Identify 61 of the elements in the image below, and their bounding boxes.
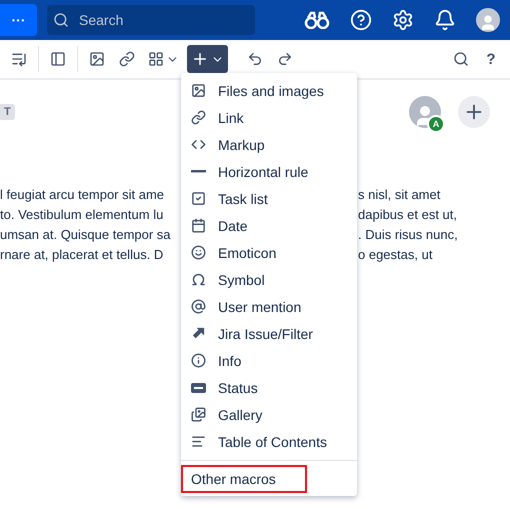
menu-item[interactable]: Date <box>181 212 357 239</box>
menu-item[interactable]: Horizontal rule <box>181 158 357 185</box>
menu-item[interactable]: Gallery <box>181 401 357 428</box>
smiley-icon <box>191 245 206 260</box>
link-icon <box>119 51 135 67</box>
body-text: s nisl, sit amet <box>358 186 440 202</box>
body-text: umsan at. Quisque tempor sa <box>0 226 172 242</box>
user-avatar[interactable] <box>476 8 500 32</box>
checkbox-icon <box>191 191 206 206</box>
undo-icon <box>247 51 263 67</box>
arrows-icon <box>191 326 206 341</box>
code-icon <box>191 137 206 152</box>
rule-icon <box>191 170 206 173</box>
label-icon <box>191 382 206 392</box>
info-icon <box>191 353 206 368</box>
body-text: l feugiat arcu tempor sit ame <box>0 186 166 202</box>
bell-icon[interactable] <box>434 9 456 31</box>
menu-item[interactable]: Table of Contents <box>181 428 357 455</box>
menu-item[interactable]: Jira Issue/Filter <box>181 320 357 347</box>
redo-icon <box>277 51 293 67</box>
menu-item[interactable]: Symbol <box>181 266 357 293</box>
body-text: to. Vestibulum elementum lu <box>0 206 164 222</box>
omega-icon <box>191 272 206 287</box>
calendar-icon <box>191 218 206 233</box>
body-text: o egestas, ut <box>358 246 432 262</box>
menu-item[interactable]: Files and images <box>181 77 357 104</box>
help-button[interactable]: ? <box>478 45 504 73</box>
image-icon <box>191 83 206 98</box>
avatar-badge: A <box>427 115 445 133</box>
menu-item[interactable]: Info <box>181 347 357 374</box>
binoculars-icon[interactable] <box>304 11 330 29</box>
search-icon <box>453 51 469 67</box>
body-text: . Duis risus nunc, <box>358 226 458 242</box>
menu-item[interactable]: Emoticon <box>181 239 357 266</box>
layout-icon <box>50 51 66 67</box>
grid-icon <box>148 51 164 67</box>
body-text: dapibus et est ut, <box>358 206 458 222</box>
search-input[interactable]: Search <box>77 11 241 29</box>
outline-icon <box>11 51 27 67</box>
settings-icon[interactable] <box>392 9 414 31</box>
menu-item[interactable]: Markup <box>181 131 357 158</box>
menu-item[interactable]: Other macros <box>181 465 307 493</box>
add-button[interactable] <box>458 96 490 128</box>
image-icon <box>89 51 105 67</box>
search-field[interactable]: Search <box>47 5 255 35</box>
person-icon <box>479 14 497 32</box>
menu-item[interactable]: Status <box>181 374 357 401</box>
body-text: rnare at, placerat et tellus. D <box>0 246 164 262</box>
menu-item[interactable]: User mention <box>181 293 357 320</box>
gallery-icon <box>191 407 206 422</box>
help-icon[interactable] <box>350 9 372 31</box>
app-menu-button[interactable]: ··· <box>0 4 37 36</box>
status-tag: T <box>0 104 15 120</box>
insert-button[interactable] <box>187 45 228 73</box>
plus-icon <box>191 50 209 68</box>
search-icon <box>53 12 69 28</box>
list-icon <box>191 434 206 449</box>
menu-item[interactable]: Link <box>181 104 357 131</box>
link-icon <box>191 110 206 125</box>
menu-item[interactable]: Task list <box>181 185 357 212</box>
mention-icon <box>191 299 206 314</box>
